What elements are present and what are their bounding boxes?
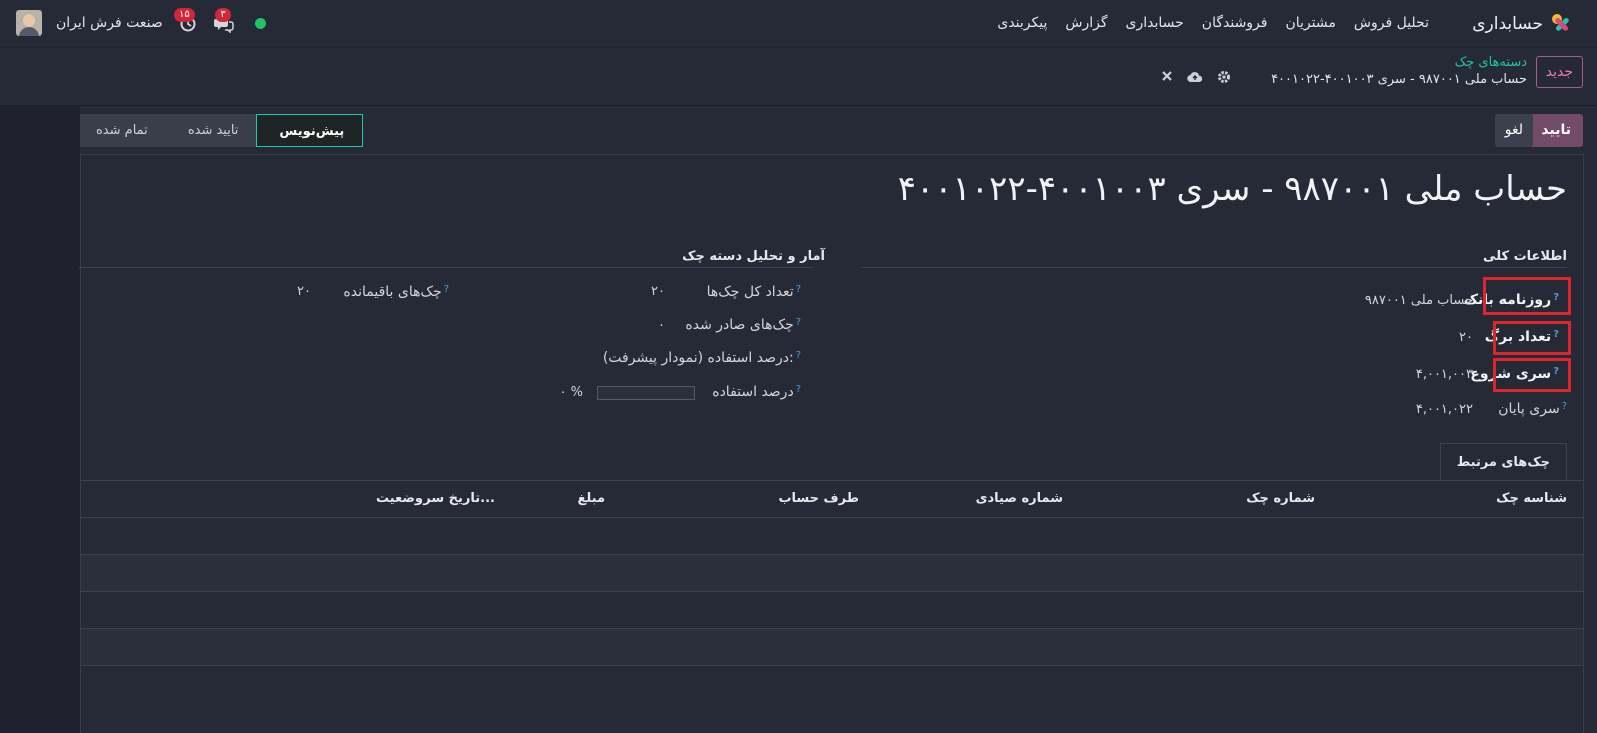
col-amount[interactable]: مبلغ bbox=[577, 491, 605, 506]
left-gutter bbox=[0, 106, 80, 733]
breadcrumb-current: حساب ملی ۹۸۷۰۰۱ - سری ۴۰۰۱۰۰۳-۴۰۰۱۰۲۲ bbox=[1271, 72, 1527, 87]
activity-badge: ۱۵ bbox=[173, 8, 195, 22]
highlight-bank-journal bbox=[1483, 277, 1571, 315]
cloud-upload-icon[interactable] bbox=[1187, 70, 1203, 88]
usage-percent-value: ۰ % bbox=[559, 385, 583, 400]
stage-confirmed[interactable]: تایید شده bbox=[165, 114, 257, 147]
end-series-label: سری پایان? bbox=[1498, 401, 1567, 417]
total-checks-value: ۲۰ bbox=[651, 284, 665, 299]
gear-icon[interactable] bbox=[1217, 70, 1231, 88]
col-due-date[interactable]: تاریخ سر... bbox=[423, 491, 495, 506]
breadcrumb-parent[interactable]: دسته‌های چک bbox=[1455, 55, 1527, 70]
form-sheet: حساب ملی ۹۸۷۰۰۱ - سری ۴۰۰۱۰۰۳-۴۰۰۱۰۲۲ اط… bbox=[79, 154, 1584, 733]
general-info-heading: اطلاعات کلی bbox=[1483, 249, 1567, 264]
menu-item-customers[interactable]: مشتریان bbox=[1285, 15, 1335, 31]
issued-checks-label: چک‌های صادر شده? bbox=[685, 317, 801, 333]
main-menu: تحلیل فروش مشتریان فروشندگان حسابداری گز… bbox=[997, 15, 1429, 31]
confirm-button[interactable]: تایید bbox=[1529, 114, 1583, 147]
col-partner[interactable]: طرف حساب bbox=[778, 491, 859, 506]
col-status[interactable]: وضعیت bbox=[376, 491, 423, 506]
table-header: شناسه چک شماره چک شماره صیادی طرف حساب م… bbox=[81, 480, 1583, 518]
stats-divider bbox=[79, 267, 813, 268]
start-series-value[interactable]: ۴,۰۰۱,۰۰۳ bbox=[1416, 367, 1473, 382]
menu-item-reporting[interactable]: گزارش bbox=[1065, 15, 1107, 31]
general-divider bbox=[861, 267, 1567, 268]
control-panel: جدید دسته‌های چک حساب ملی ۹۸۷۰۰۱ - سری ۴… bbox=[0, 48, 1597, 106]
leaf-count-value[interactable]: ۲۰ bbox=[1459, 330, 1473, 345]
usage-progress-bar bbox=[597, 386, 695, 400]
record-title: حساب ملی ۹۸۷۰۰۱ - سری ۴۰۰۱۰۰۳-۴۰۰۱۰۲۲ bbox=[897, 169, 1567, 209]
table-row bbox=[81, 555, 1583, 592]
tab-related-checks[interactable]: چک‌های مرتبط bbox=[1439, 443, 1567, 481]
table-row bbox=[81, 629, 1583, 666]
breadcrumb-current-label: حساب ملی ۹۸۷۰۰۱ - سری ۴۰۰۱۰۰۳-۴۰۰۱۰۲۲ bbox=[1271, 72, 1527, 87]
stats-heading: آمار و تحلیل دسته چک bbox=[682, 249, 825, 264]
app-brand[interactable]: حسابداری bbox=[1472, 13, 1573, 35]
stage-done[interactable]: تمام شده bbox=[80, 114, 166, 147]
app-name: حسابداری bbox=[1472, 14, 1543, 34]
related-checks-table: شناسه چک شماره چک شماره صیادی طرف حساب م… bbox=[81, 480, 1583, 703]
remaining-checks-label: چک‌های باقیمانده? bbox=[343, 284, 449, 300]
highlight-start-series bbox=[1493, 358, 1571, 392]
stage-draft[interactable]: پیش‌نویس bbox=[256, 114, 364, 147]
record-actions bbox=[1161, 70, 1231, 88]
table-row bbox=[81, 592, 1583, 629]
user-avatar[interactable] bbox=[16, 10, 42, 36]
end-series-value[interactable]: ۴,۰۰۱,۰۲۲ bbox=[1416, 402, 1473, 417]
systray: صنعت فرش ایران ۱۵ ۳ bbox=[16, 8, 266, 36]
usage-chart-label: درصد استفاده (نمودار پیشرفت):? bbox=[602, 350, 801, 366]
messaging-button[interactable]: ۳ bbox=[213, 8, 235, 33]
discard-close-icon[interactable] bbox=[1161, 70, 1173, 88]
cancel-button[interactable]: لغو bbox=[1494, 114, 1533, 147]
activity-button[interactable]: ۱۵ bbox=[173, 8, 199, 33]
col-sayad-number[interactable]: شماره صیادی bbox=[976, 491, 1063, 506]
col-check-number[interactable]: شماره چک bbox=[1246, 491, 1315, 506]
usage-percent-label: درصد استفاده? bbox=[712, 384, 801, 400]
menu-item-sales-analysis[interactable]: تحلیل فروش bbox=[1354, 15, 1429, 31]
issued-checks-value: ۰ bbox=[658, 318, 665, 333]
highlight-leaf-count bbox=[1493, 321, 1571, 355]
remaining-checks-value: ۲۰ bbox=[297, 284, 311, 299]
top-navbar: حسابداری تحلیل فروش مشتریان فروشندگان حس… bbox=[0, 0, 1597, 48]
accounting-app-icon bbox=[1551, 13, 1573, 35]
menu-item-accounting[interactable]: حسابداری bbox=[1126, 15, 1184, 31]
new-button[interactable]: جدید bbox=[1535, 56, 1583, 88]
online-status-dot bbox=[254, 17, 266, 29]
table-row bbox=[81, 518, 1583, 555]
table-row bbox=[81, 666, 1583, 703]
company-switcher[interactable]: صنعت فرش ایران bbox=[56, 15, 163, 31]
bank-journal-value[interactable]: حساب ملی ۹۸۷۰۰۱ bbox=[1365, 293, 1473, 308]
form-action-row: تایید لغو تمام شده تایید شده پیش‌نویس bbox=[80, 114, 1583, 148]
total-checks-label: تعداد کل چک‌ها? bbox=[706, 284, 801, 300]
menu-item-vendors[interactable]: فروشندگان bbox=[1202, 15, 1268, 31]
status-bar: تمام شده تایید شده پیش‌نویس bbox=[80, 114, 364, 147]
col-check-id[interactable]: شناسه چک bbox=[1496, 491, 1567, 506]
messages-badge: ۳ bbox=[215, 8, 231, 22]
menu-item-configuration[interactable]: پیکربندی bbox=[997, 15, 1047, 31]
